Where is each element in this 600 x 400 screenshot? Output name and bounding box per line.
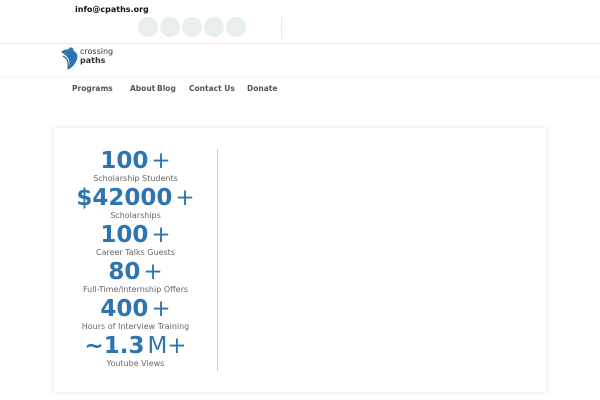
stat-item: 100 + Scholarship Students: [54, 148, 217, 184]
facebook-icon[interactable]: [138, 17, 158, 37]
stat-item: 100 + Career Talks Guests: [54, 222, 217, 258]
logo-text-line1: crossing: [80, 47, 114, 56]
stat-number: 400 +: [100, 296, 171, 322]
site-logo[interactable]: crossing paths: [59, 44, 129, 72]
header-divider: [281, 17, 282, 39]
top-bar: info@cpaths.org: [0, 0, 600, 44]
stat-item: $42000 + Scholarships: [54, 185, 217, 221]
nav-blog[interactable]: Blog: [157, 84, 189, 93]
impact-stats-card: 100 + Scholarship Students $42000 + Schola…: [54, 128, 546, 392]
stat-label: Career Talks Guests: [96, 248, 175, 257]
stat-number: ~1.3 M+: [84, 333, 187, 359]
crossing-paths-logo-icon: [61, 47, 78, 70]
stat-label: Scholarships: [110, 211, 161, 220]
social-links: [138, 17, 246, 37]
nav-donate[interactable]: Donate: [247, 84, 277, 93]
stat-label: Full-Time/Internship Offers: [82, 285, 189, 294]
twitter-icon[interactable]: [160, 17, 180, 37]
linkedin-icon[interactable]: [204, 17, 224, 37]
nav-programs[interactable]: Programs: [72, 84, 130, 93]
stat-item: ~1.3 M+ Youtube Views: [54, 333, 217, 369]
youtube-icon[interactable]: [226, 17, 246, 37]
stat-number: 100 +: [100, 148, 171, 174]
instagram-icon[interactable]: [182, 17, 202, 37]
logo-text-line2: paths: [80, 56, 106, 65]
stat-label: Scholarship Students: [93, 174, 178, 183]
nav-about[interactable]: About: [130, 84, 157, 93]
stat-item: 80 + Full-Time/Internship Offers: [54, 259, 217, 295]
stat-number: 100 +: [100, 222, 171, 248]
stat-label: Youtube Views: [106, 359, 165, 368]
main-nav: Programs About Blog Contact Us Donate: [0, 78, 600, 100]
nav-contact-us[interactable]: Contact Us: [189, 84, 247, 93]
card-divider: [217, 149, 218, 371]
contact-email-link[interactable]: info@cpaths.org: [75, 5, 149, 14]
stat-number: 80 +: [108, 259, 163, 285]
stat-item: 400 + Hours of Interview Training: [54, 296, 217, 332]
stat-label: Hours of Interview Training: [81, 322, 190, 331]
stat-number: $42000 +: [76, 185, 195, 211]
